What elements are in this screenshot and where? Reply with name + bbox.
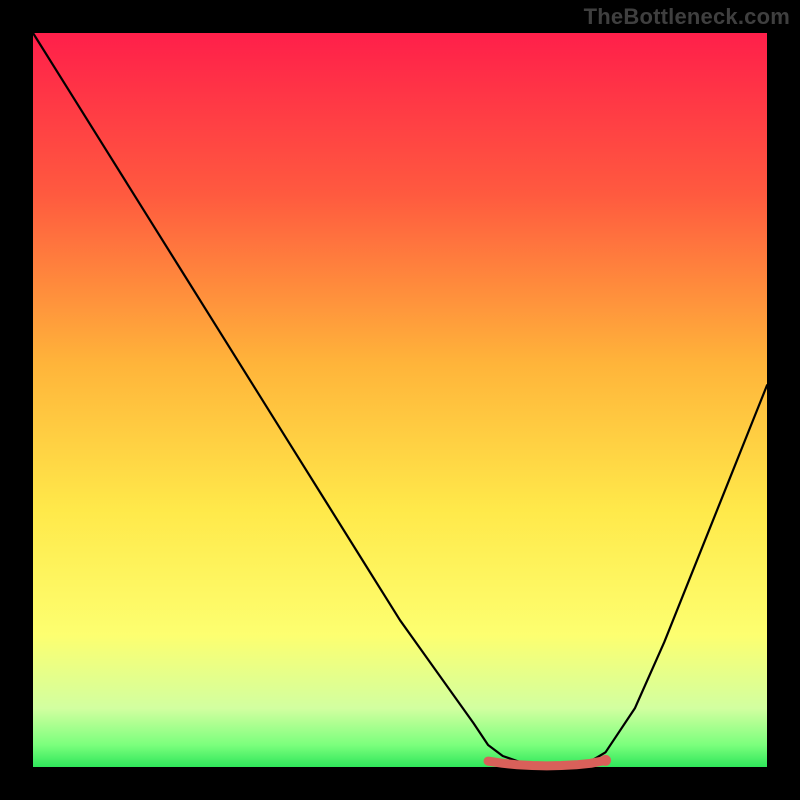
watermark-text: TheBottleneck.com: [584, 4, 790, 30]
optimal-range-end-dot: [600, 755, 611, 766]
bottleneck-plot: [0, 0, 800, 800]
chart-frame: TheBottleneck.com: [0, 0, 800, 800]
